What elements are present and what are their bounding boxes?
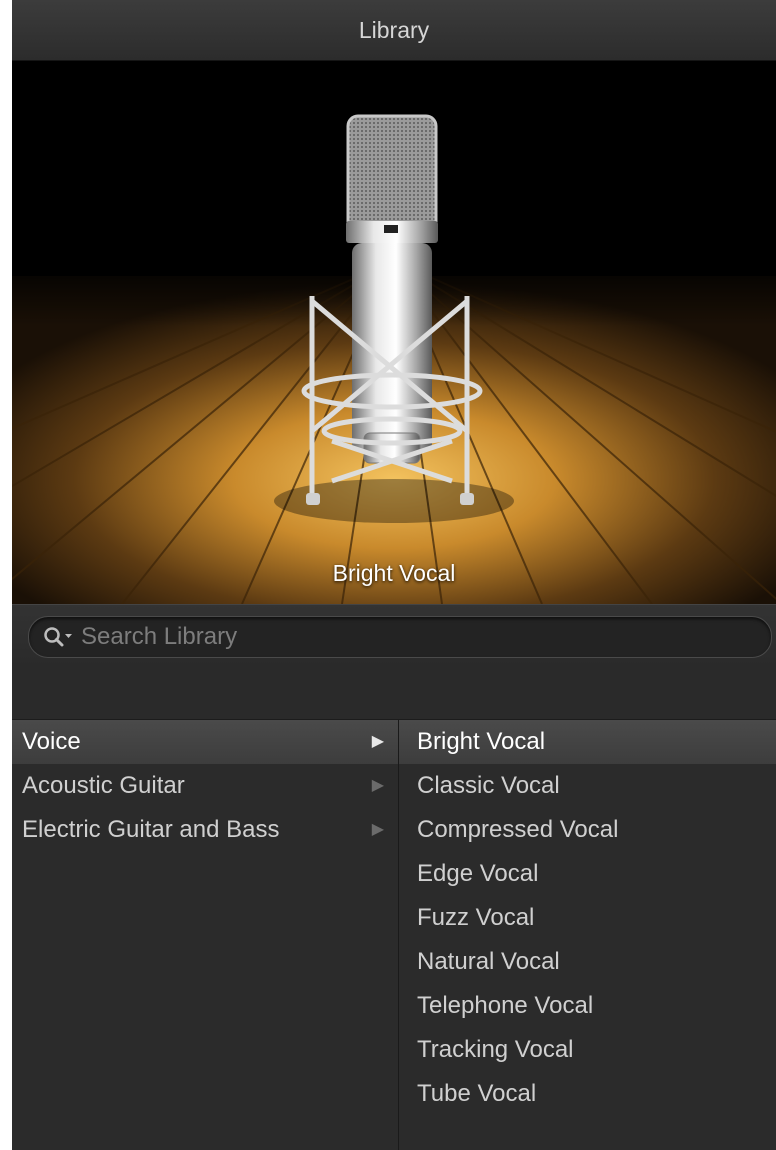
preview-patch-name: Bright Vocal xyxy=(332,560,456,586)
library-panel: Library Bright Vocal Search Library Voic… xyxy=(12,0,776,1150)
patch-item-fuzz-vocal[interactable]: Fuzz Vocal xyxy=(399,896,776,940)
patch-preview: Bright Vocal xyxy=(12,61,776,604)
category-item-voice[interactable]: Voice ▶ xyxy=(12,720,398,764)
disclosure-triangle-icon: ▶ xyxy=(371,733,384,750)
disclosure-triangle-icon: ▶ xyxy=(371,821,384,838)
disclosure-triangle-icon: ▶ xyxy=(371,777,384,794)
patch-item-tracking-vocal[interactable]: Tracking Vocal xyxy=(399,1028,776,1072)
patch-item-bright-vocal[interactable]: Bright Vocal xyxy=(399,720,776,764)
microphone-on-stage-illustration xyxy=(12,61,776,604)
patch-item-classic-vocal[interactable]: Classic Vocal xyxy=(399,764,776,808)
search-field[interactable] xyxy=(28,616,772,658)
library-header-row xyxy=(12,667,776,720)
search-bar xyxy=(12,604,776,668)
patch-column: Bright Vocal Classic Vocal Compressed Vo… xyxy=(399,720,776,1150)
patch-label: Tracking Vocal xyxy=(417,1036,574,1063)
category-column: Voice ▶ Acoustic Guitar ▶ Electric Guita… xyxy=(12,720,399,1150)
category-label: Electric Guitar and Bass xyxy=(22,816,280,843)
patch-label: Telephone Vocal xyxy=(417,992,594,1019)
library-browser: Voice ▶ Acoustic Guitar ▶ Electric Guita… xyxy=(12,720,776,1150)
patch-item-tube-vocal[interactable]: Tube Vocal xyxy=(399,1072,776,1116)
search-icon[interactable] xyxy=(43,625,73,649)
patch-item-compressed-vocal[interactable]: Compressed Vocal xyxy=(399,808,776,852)
patch-label: Edge Vocal xyxy=(417,860,539,887)
patch-item-telephone-vocal[interactable]: Telephone Vocal xyxy=(399,984,776,1028)
category-item-acoustic-guitar[interactable]: Acoustic Guitar ▶ xyxy=(12,764,398,808)
patch-label: Fuzz Vocal xyxy=(417,904,535,931)
patch-item-natural-vocal[interactable]: Natural Vocal xyxy=(399,940,776,984)
category-label: Acoustic Guitar xyxy=(22,772,185,799)
patch-item-edge-vocal[interactable]: Edge Vocal xyxy=(399,852,776,896)
patch-label: Bright Vocal xyxy=(417,728,546,755)
category-item-electric-guitar-and-bass[interactable]: Electric Guitar and Bass ▶ xyxy=(12,808,398,852)
category-label: Voice xyxy=(22,728,81,755)
library-title: Library xyxy=(358,16,430,43)
patch-label: Tube Vocal xyxy=(417,1080,537,1107)
library-title-bar: Library xyxy=(12,0,776,61)
patch-label: Compressed Vocal xyxy=(417,816,619,843)
patch-label: Natural Vocal xyxy=(417,948,560,975)
patch-label: Classic Vocal xyxy=(417,772,560,799)
search-input[interactable] xyxy=(79,622,743,652)
